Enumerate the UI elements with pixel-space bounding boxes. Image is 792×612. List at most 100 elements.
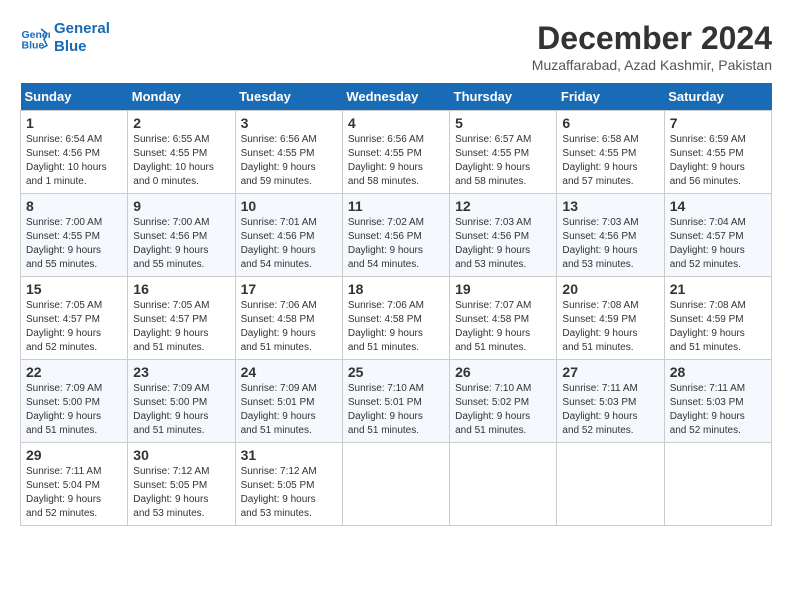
- day-info: Sunrise: 7:03 AMSunset: 4:56 PMDaylight:…: [455, 216, 551, 272]
- calendar-header-row: Sunday Monday Tuesday Wednesday Thursday…: [21, 83, 772, 111]
- logo: General Blue General Blue: [20, 20, 110, 56]
- calendar-cell: 11Sunrise: 7:02 AMSunset: 4:56 PMDayligh…: [342, 194, 449, 277]
- day-info: Sunrise: 7:05 AMSunset: 4:57 PMDaylight:…: [133, 299, 229, 355]
- day-number: 15: [26, 281, 122, 297]
- calendar-cell: 18 Sunrise: 7:06 AMSunset: 4:58 PMDayligh…: [342, 277, 449, 360]
- col-saturday: Saturday: [664, 83, 771, 111]
- calendar-cell: 21Sunrise: 7:08 AMSunset: 4:59 PMDayligh…: [664, 277, 771, 360]
- day-number: 27: [562, 364, 658, 380]
- day-info: Sunrise: 7:06 AMSunset: 4:58 PMDaylight:…: [241, 299, 337, 355]
- col-wednesday: Wednesday: [342, 83, 449, 111]
- day-number: 25: [348, 364, 444, 380]
- day-number: 8: [26, 198, 122, 214]
- calendar-cell: 8 Sunrise: 7:00 AMSunset: 4:55 PMDaylight…: [21, 194, 128, 277]
- col-monday: Monday: [128, 83, 235, 111]
- day-number: 18: [348, 281, 444, 297]
- calendar-cell: [557, 443, 664, 526]
- day-info: Sunrise: 6:57 AMSunset: 4:55 PMDaylight:…: [455, 133, 551, 189]
- day-number: 17: [241, 281, 337, 297]
- day-info: Sunrise: 7:05 AMSunset: 4:57 PMDaylight:…: [26, 299, 122, 355]
- page-header: General Blue General Blue December 2024 …: [20, 20, 772, 73]
- month-title: December 2024: [532, 20, 772, 57]
- calendar-week-row: 8 Sunrise: 7:00 AMSunset: 4:55 PMDaylight…: [21, 194, 772, 277]
- calendar-cell: 16 Sunrise: 7:05 AMSunset: 4:57 PMDayligh…: [128, 277, 235, 360]
- calendar-week-row: 29 Sunrise: 7:11 AMSunset: 5:04 PMDayligh…: [21, 443, 772, 526]
- day-info: Sunrise: 7:00 AMSunset: 4:55 PMDaylight:…: [26, 216, 122, 272]
- calendar-cell: 9Sunrise: 7:00 AMSunset: 4:56 PMDaylight…: [128, 194, 235, 277]
- day-number: 22: [26, 364, 122, 380]
- day-number: 1: [26, 115, 122, 131]
- calendar-table: Sunday Monday Tuesday Wednesday Thursday…: [20, 83, 772, 526]
- col-friday: Friday: [557, 83, 664, 111]
- day-number: 26: [455, 364, 551, 380]
- calendar-week-row: 15 Sunrise: 7:05 AMSunset: 4:57 PMDayligh…: [21, 277, 772, 360]
- day-info: Sunrise: 7:11 AMSunset: 5:03 PMDaylight:…: [562, 382, 658, 438]
- col-tuesday: Tuesday: [235, 83, 342, 111]
- calendar-cell: 7 Sunrise: 6:59 AMSunset: 4:55 PMDaylight…: [664, 111, 771, 194]
- day-number: 12: [455, 198, 551, 214]
- day-number: 13: [562, 198, 658, 214]
- day-info: Sunrise: 6:59 AMSunset: 4:55 PMDaylight:…: [670, 133, 766, 189]
- day-number: 7: [670, 115, 766, 131]
- day-info: Sunrise: 7:02 AMSunset: 4:56 PMDaylight:…: [348, 216, 444, 272]
- calendar-cell: 29 Sunrise: 7:11 AMSunset: 5:04 PMDayligh…: [21, 443, 128, 526]
- day-number: 28: [670, 364, 766, 380]
- day-number: 6: [562, 115, 658, 131]
- day-number: 16: [133, 281, 229, 297]
- day-number: 23: [133, 364, 229, 380]
- calendar-cell: 5Sunrise: 6:57 AMSunset: 4:55 PMDaylight…: [450, 111, 557, 194]
- calendar-week-row: 1 Sunrise: 6:54 AMSunset: 4:56 PMDaylight…: [21, 111, 772, 194]
- svg-text:Blue: Blue: [22, 40, 45, 52]
- col-sunday: Sunday: [21, 83, 128, 111]
- calendar-cell: 30 Sunrise: 7:12 AMSunset: 5:05 PMDayligh…: [128, 443, 235, 526]
- day-info: Sunrise: 7:12 AMSunset: 5:05 PMDaylight:…: [241, 465, 337, 521]
- day-number: 31: [241, 447, 337, 463]
- day-number: 24: [241, 364, 337, 380]
- day-info: Sunrise: 7:09 AMSunset: 5:00 PMDaylight:…: [133, 382, 229, 438]
- calendar-cell: 10Sunrise: 7:01 AMSunset: 4:56 PMDayligh…: [235, 194, 342, 277]
- day-number: 14: [670, 198, 766, 214]
- calendar-cell: 1 Sunrise: 6:54 AMSunset: 4:56 PMDaylight…: [21, 111, 128, 194]
- day-info: Sunrise: 7:11 AMSunset: 5:04 PMDaylight:…: [26, 465, 122, 521]
- calendar-cell: 22 Sunrise: 7:09 AMSunset: 5:00 PMDayligh…: [21, 360, 128, 443]
- day-info: Sunrise: 7:10 AMSunset: 5:01 PMDaylight:…: [348, 382, 444, 438]
- day-number: 20: [562, 281, 658, 297]
- logo-icon: General Blue: [20, 23, 50, 53]
- day-info: Sunrise: 7:10 AMSunset: 5:02 PMDaylight:…: [455, 382, 551, 438]
- calendar-cell: 23 Sunrise: 7:09 AMSunset: 5:00 PMDayligh…: [128, 360, 235, 443]
- calendar-cell: 6 Sunrise: 6:58 AMSunset: 4:55 PMDaylight…: [557, 111, 664, 194]
- calendar-cell: [342, 443, 449, 526]
- day-info: Sunrise: 7:06 AMSunset: 4:58 PMDaylight:…: [348, 299, 444, 355]
- day-number: 4: [348, 115, 444, 131]
- calendar-cell: 3Sunrise: 6:56 AMSunset: 4:55 PMDaylight…: [235, 111, 342, 194]
- title-area: December 2024 Muzaffarabad, Azad Kashmir…: [532, 20, 772, 73]
- day-number: 19: [455, 281, 551, 297]
- day-info: Sunrise: 7:12 AMSunset: 5:05 PMDaylight:…: [133, 465, 229, 521]
- day-info: Sunrise: 7:01 AMSunset: 4:56 PMDaylight:…: [241, 216, 337, 272]
- calendar-cell: 24Sunrise: 7:09 AMSunset: 5:01 PMDayligh…: [235, 360, 342, 443]
- calendar-cell: 25 Sunrise: 7:10 AMSunset: 5:01 PMDayligh…: [342, 360, 449, 443]
- day-number: 9: [133, 198, 229, 214]
- day-info: Sunrise: 6:54 AMSunset: 4:56 PMDaylight:…: [26, 133, 122, 189]
- calendar-cell: 31 Sunrise: 7:12 AMSunset: 5:05 PMDayligh…: [235, 443, 342, 526]
- calendar-cell: [664, 443, 771, 526]
- day-info: Sunrise: 7:09 AMSunset: 5:00 PMDaylight:…: [26, 382, 122, 438]
- calendar-cell: 20 Sunrise: 7:08 AMSunset: 4:59 PMDayligh…: [557, 277, 664, 360]
- day-info: Sunrise: 6:56 AMSunset: 4:55 PMDaylight:…: [241, 133, 337, 189]
- day-info: Sunrise: 7:07 AMSunset: 4:58 PMDaylight:…: [455, 299, 551, 355]
- day-number: 21: [670, 281, 766, 297]
- day-number: 29: [26, 447, 122, 463]
- calendar-cell: 17 Sunrise: 7:06 AMSunset: 4:58 PMDayligh…: [235, 277, 342, 360]
- calendar-week-row: 22 Sunrise: 7:09 AMSunset: 5:00 PMDayligh…: [21, 360, 772, 443]
- calendar-cell: 2Sunrise: 6:55 AMSunset: 4:55 PMDaylight…: [128, 111, 235, 194]
- col-thursday: Thursday: [450, 83, 557, 111]
- calendar-cell: 27 Sunrise: 7:11 AMSunset: 5:03 PMDayligh…: [557, 360, 664, 443]
- day-info: Sunrise: 7:08 AMSunset: 4:59 PMDaylight:…: [562, 299, 658, 355]
- day-number: 2: [133, 115, 229, 131]
- logo-line2: Blue: [54, 38, 110, 56]
- calendar-cell: 19 Sunrise: 7:07 AMSunset: 4:58 PMDayligh…: [450, 277, 557, 360]
- day-info: Sunrise: 7:04 AMSunset: 4:57 PMDaylight:…: [670, 216, 766, 272]
- calendar-cell: 15 Sunrise: 7:05 AMSunset: 4:57 PMDayligh…: [21, 277, 128, 360]
- day-number: 30: [133, 447, 229, 463]
- day-info: Sunrise: 6:58 AMSunset: 4:55 PMDaylight:…: [562, 133, 658, 189]
